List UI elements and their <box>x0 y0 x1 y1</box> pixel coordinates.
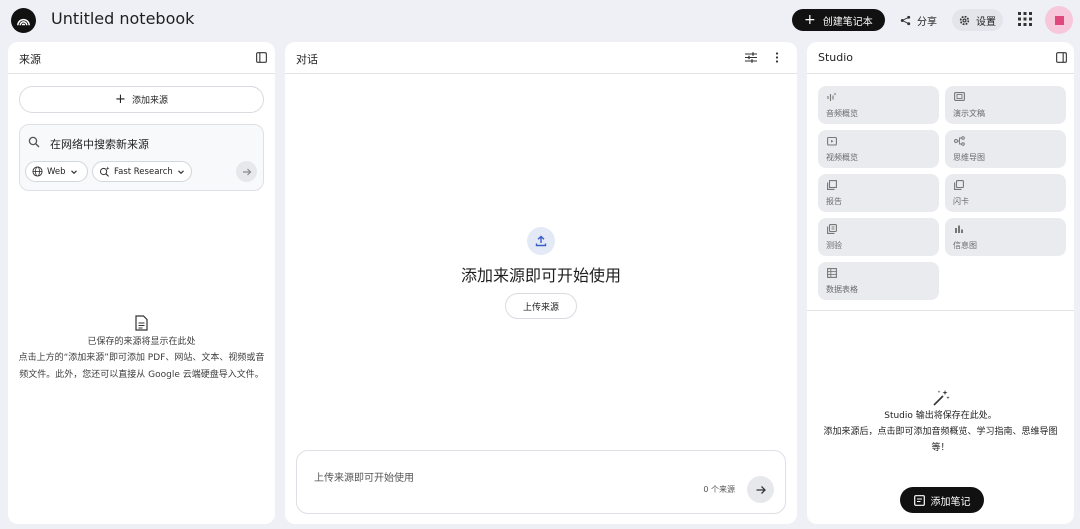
arrow-right-icon <box>756 485 766 494</box>
quiz-icon <box>827 224 837 234</box>
search-icon <box>28 136 40 148</box>
chevron-down-icon <box>177 169 184 174</box>
chat-title: 对话 <box>296 53 318 66</box>
web-search-box: 在网络中搜索新来源 Web Fast Research <box>19 124 264 191</box>
data-table-icon <box>827 268 837 278</box>
add-source-button[interactable]: + 添加来源 <box>19 86 264 113</box>
tile-label: 闪卡 <box>953 197 969 206</box>
divider <box>807 310 1074 311</box>
studio-tile-data-table[interactable]: 数据表格 <box>818 262 939 300</box>
upload-icon <box>535 235 547 247</box>
source-count: 0 个来源 <box>703 485 735 494</box>
tile-label: 报告 <box>826 197 842 206</box>
more-options-icon[interactable] <box>775 52 779 63</box>
tile-label: 音频概览 <box>826 109 858 118</box>
slides-icon <box>954 92 965 101</box>
chat-panel: 对话 添加来源即可开始使用 上传来源 上传来源即可开始使用 0 个来源 <box>285 42 797 524</box>
studio-empty-state: Studio 输出将保存在此处。 添加来源后，点击即可添加音频概览、学习指南、思… <box>807 408 1074 456</box>
send-button[interactable] <box>747 476 774 503</box>
avatar[interactable] <box>1045 6 1073 34</box>
collapse-panel-icon[interactable] <box>1056 52 1067 63</box>
report-icon <box>827 180 837 190</box>
tile-label: 思维导图 <box>953 153 985 162</box>
notebook-title[interactable]: Untitled notebook <box>51 9 194 28</box>
tile-label: 数据表格 <box>826 285 858 294</box>
studio-title: Studio <box>818 51 854 64</box>
studio-tile-flashcards[interactable]: 闪卡 <box>945 174 1066 212</box>
upload-icon-badge <box>527 227 555 255</box>
web-chip-label: Web <box>47 166 66 177</box>
chat-empty-heading: 添加来源即可开始使用 <box>460 266 621 285</box>
globe-icon <box>32 166 43 177</box>
search-input[interactable]: 在网络中搜索新来源 <box>50 136 149 152</box>
gear-icon <box>959 15 970 25</box>
share-button[interactable]: 分享 <box>893 9 944 31</box>
infographic-icon <box>955 225 963 233</box>
sources-header: 来源 <box>8 42 275 74</box>
add-source-label: 添加来源 <box>131 96 168 106</box>
studio-tile-report[interactable]: 报告 <box>818 174 939 212</box>
plus-icon: + <box>115 92 126 107</box>
note-icon <box>913 494 925 506</box>
upload-source-button[interactable]: 上传来源 <box>505 293 577 319</box>
tile-label: 视频概览 <box>826 153 858 162</box>
studio-panel: Studio 音频概览 演示文稿 视频概览 思维导图 报告 闪卡 测验 信息图 … <box>807 42 1074 524</box>
studio-tile-slides[interactable]: 演示文稿 <box>945 86 1066 124</box>
create-notebook-label: 创建笔记本 <box>822 16 873 28</box>
chat-input[interactable]: 上传来源即可开始使用 <box>314 469 414 484</box>
apps-grid-icon[interactable] <box>1018 12 1032 26</box>
settings-button[interactable]: 设置 <box>952 9 1003 31</box>
sources-empty-title: 已保存的来源将显示在此处 <box>87 337 196 347</box>
video-icon <box>827 136 837 146</box>
arrow-right-icon <box>242 168 251 175</box>
sources-title: 来源 <box>19 53 41 66</box>
share-icon <box>900 15 911 25</box>
studio-header: Studio <box>807 42 1074 74</box>
studio-empty-title: Studio 输出将保存在此处。 <box>884 411 997 421</box>
chat-header: 对话 <box>285 42 797 74</box>
top-bar: Untitled notebook + 创建笔记本 分享 设置 <box>0 0 1080 40</box>
create-notebook-button[interactable]: + 创建笔记本 <box>792 9 885 31</box>
plus-icon: + <box>804 11 816 28</box>
sources-panel: 来源 + 添加来源 在网络中搜索新来源 Web Fast Research 已保… <box>8 42 275 524</box>
studio-tile-audio-overview[interactable]: 音频概览 <box>818 86 939 124</box>
research-mode-dropdown[interactable]: Fast Research <box>92 161 192 182</box>
flashcards-icon <box>954 180 964 190</box>
web-source-dropdown[interactable]: Web <box>25 161 88 182</box>
studio-tile-video-overview[interactable]: 视频概览 <box>818 130 939 168</box>
sparkle-search-icon <box>99 166 110 177</box>
settings-label: 设置 <box>976 16 996 28</box>
tile-label: 信息图 <box>953 241 977 250</box>
add-note-label: 添加笔记 <box>930 496 971 508</box>
tune-settings-icon[interactable] <box>745 52 757 63</box>
sources-empty-state: 已保存的来源将显示在此处 点击上方的“添加来源”即可添加 PDF、网站、文本、视… <box>8 315 275 384</box>
notebook-logo-icon[interactable] <box>11 8 36 33</box>
chat-input-box[interactable]: 上传来源即可开始使用 0 个来源 <box>296 450 786 514</box>
chevron-down-icon <box>70 169 77 174</box>
document-icon <box>135 315 148 331</box>
add-note-button[interactable]: 添加笔记 <box>900 487 984 513</box>
collapse-panel-icon[interactable] <box>256 52 267 63</box>
studio-tile-infographic[interactable]: 信息图 <box>945 218 1066 256</box>
mind-map-icon <box>954 136 965 146</box>
audio-waveform-icon <box>827 92 837 101</box>
sources-empty-description: 点击上方的“添加来源”即可添加 PDF、网站、文本、视频或音频文件。此外，您还可… <box>18 353 265 380</box>
research-chip-label: Fast Research <box>114 166 173 177</box>
share-label: 分享 <box>917 16 937 28</box>
avatar-image <box>1054 15 1064 25</box>
studio-empty-description: 添加来源后，点击即可添加音频概览、学习指南、思维导图等！ <box>823 427 1058 453</box>
tile-label: 演示文稿 <box>953 109 985 118</box>
studio-tile-quiz[interactable]: 测验 <box>818 218 939 256</box>
magic-wand-icon <box>933 390 950 406</box>
studio-tile-mind-map[interactable]: 思维导图 <box>945 130 1066 168</box>
search-submit-button[interactable] <box>236 161 257 182</box>
tile-label: 测验 <box>826 241 842 250</box>
